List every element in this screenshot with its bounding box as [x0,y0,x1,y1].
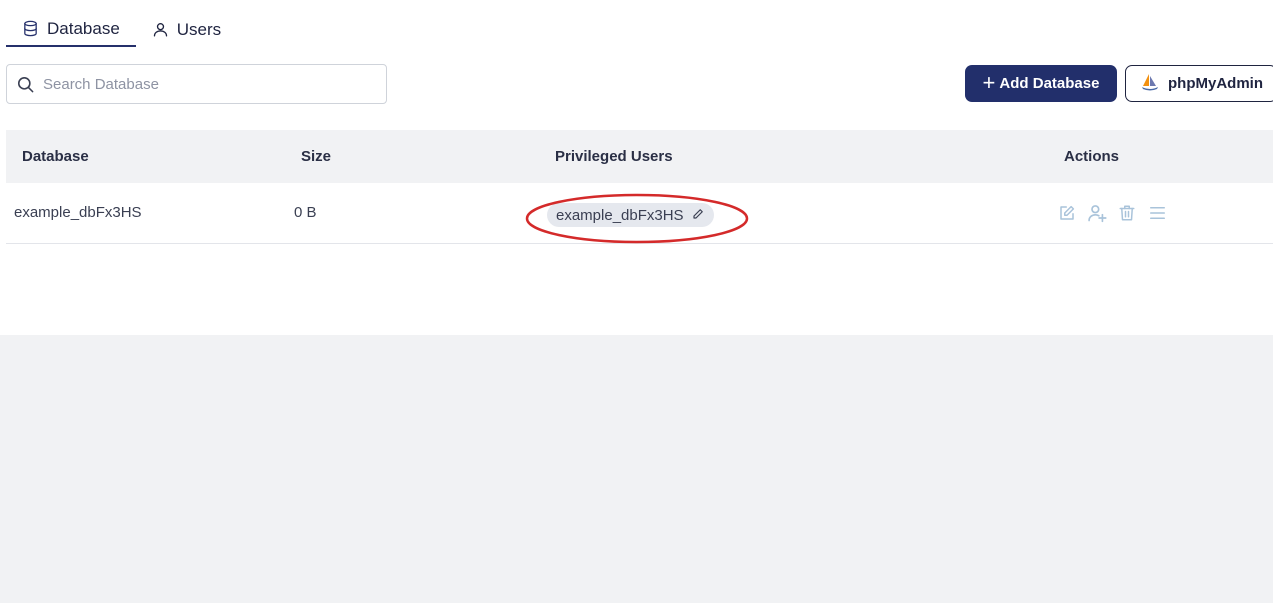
tab-database[interactable]: Database [6,12,136,47]
database-icon [22,20,39,37]
trash-icon[interactable] [1117,202,1137,224]
menu-icon[interactable] [1147,202,1167,224]
privileged-user-chip[interactable]: example_dbFx3HS [547,203,714,227]
pencil-icon[interactable] [692,207,704,224]
column-header-privileged-users: Privileged Users [555,148,673,165]
tab-database-label: Database [47,18,120,38]
main-panel: Database Users + Add Database [0,0,1273,335]
add-user-icon[interactable] [1087,202,1107,224]
search-icon [16,75,35,94]
column-header-size[interactable]: Size [301,130,331,183]
column-header-actions: Actions [1064,148,1120,165]
add-database-label: Add Database [999,75,1100,92]
privileged-user-label: example_dbFx3HS [556,206,684,224]
plus-icon: + [982,69,996,95]
phpmyadmin-label: phpMyAdmin [1168,75,1263,92]
search-input[interactable] [41,74,365,94]
tab-users[interactable]: Users [136,12,237,47]
add-database-button[interactable]: + Add Database [965,65,1117,102]
table-row: example_dbFx3HS 0 B example_dbFx3HS [6,183,1273,244]
user-icon [152,21,169,38]
database-name-cell: example_dbFx3HS [14,204,142,221]
phpmyadmin-button[interactable]: phpMyAdmin [1125,65,1273,102]
database-size-cell: 0 B [294,204,317,221]
search-box [6,64,387,104]
tab-users-label: Users [176,19,222,39]
column-header-database[interactable]: Database [22,130,89,183]
row-actions [1057,202,1167,224]
edit-icon[interactable] [1057,202,1077,224]
tab-bar: Database Users [6,12,237,48]
phpmyadmin-logo [1140,72,1160,96]
table-header: Database Size Privileged Users Actions [6,130,1273,183]
